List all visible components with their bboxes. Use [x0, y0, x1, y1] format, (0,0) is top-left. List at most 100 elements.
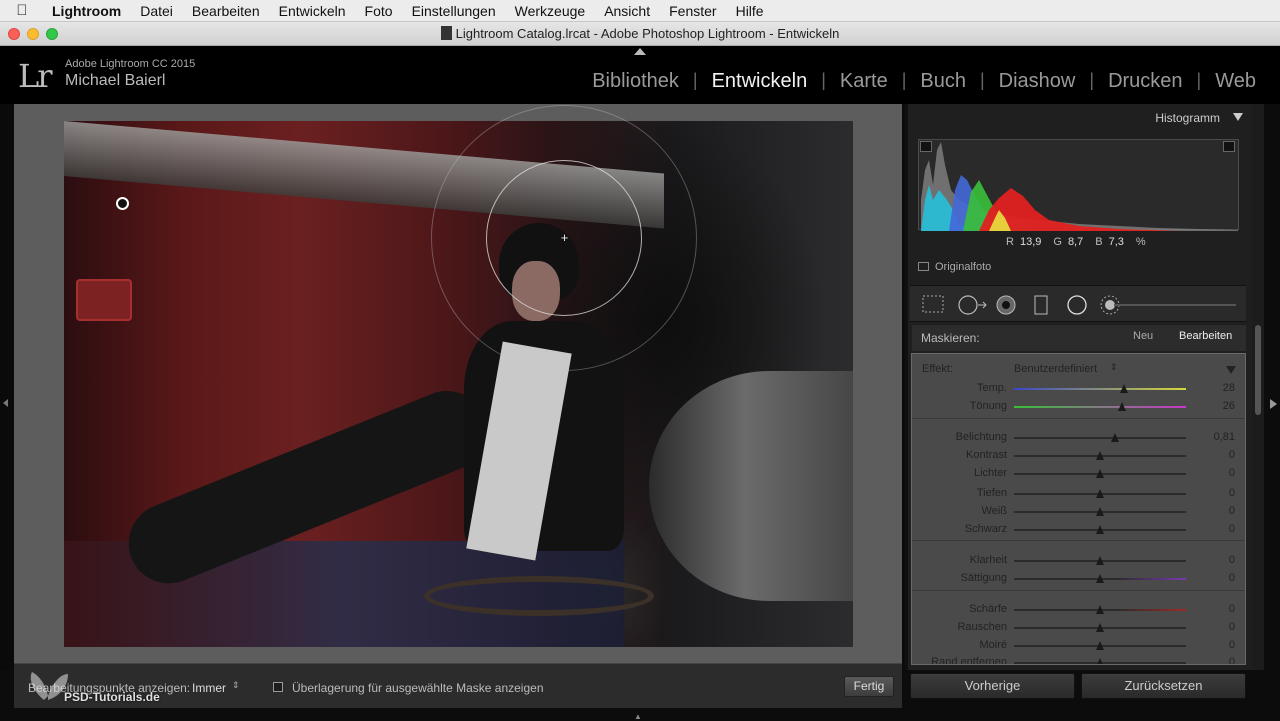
slider-thumb[interactable]	[1096, 623, 1104, 632]
slider-value[interactable]: 0	[1229, 621, 1235, 633]
slider-label[interactable]: Schwarz	[965, 523, 1007, 535]
slider-track-kontrast[interactable]	[1014, 451, 1186, 460]
slider-thumb[interactable]	[1118, 402, 1127, 411]
slider-label[interactable]: Kontrast	[966, 449, 1007, 461]
histogram-header[interactable]: Histogramm	[909, 108, 1246, 128]
slider-thumb[interactable]	[1096, 469, 1104, 478]
graduated-filter-icon[interactable]	[1034, 295, 1048, 315]
slider-value[interactable]: 0	[1229, 603, 1235, 615]
shadow-clipping-toggle[interactable]	[920, 141, 932, 152]
original-photo-label[interactable]: Originalfoto	[935, 261, 991, 273]
menu-bearbeiten[interactable]: Bearbeiten	[182, 3, 269, 19]
collapse-top-panel-arrow[interactable]	[634, 48, 646, 55]
menu-werkzeuge[interactable]: Werkzeuge	[505, 3, 595, 19]
menu-datei[interactable]: Datei	[131, 3, 183, 19]
show-edit-pins-select[interactable]: Immer	[192, 681, 226, 695]
left-panel-toggle-icon[interactable]	[3, 399, 8, 407]
slider-track-schärfe[interactable]	[1014, 605, 1186, 614]
slider-thumb[interactable]	[1096, 525, 1104, 534]
slider-label[interactable]: Schärfe	[969, 603, 1007, 615]
slider-label[interactable]: Moiré	[979, 639, 1007, 651]
apple-icon[interactable]: 	[0, 2, 44, 19]
slider-value[interactable]: 0	[1229, 505, 1235, 517]
slider-track-rand-entfernen[interactable]	[1014, 658, 1186, 664]
adjustment-brush-icon[interactable]	[1100, 295, 1240, 315]
original-photo-checkbox[interactable]	[918, 262, 929, 271]
mask-overlay-label[interactable]: Überlagerung für ausgewählte Maske anzei…	[292, 681, 544, 695]
slider-thumb[interactable]	[1120, 384, 1129, 393]
histogram-graph[interactable]	[918, 139, 1239, 231]
module-drucken[interactable]: Drucken	[1094, 70, 1196, 93]
slider-thumb[interactable]	[1096, 641, 1104, 650]
mask-new-button[interactable]: Neu	[1133, 330, 1153, 342]
slider-value[interactable]: 0	[1229, 572, 1235, 584]
scrollbar-thumb[interactable]	[1255, 325, 1261, 415]
slider-thumb[interactable]	[1096, 451, 1104, 460]
slider-label[interactable]: Tiefen	[977, 487, 1007, 499]
slider-thumb[interactable]	[1111, 433, 1120, 442]
slider-value[interactable]: 0	[1229, 523, 1235, 535]
spot-removal-icon[interactable]	[958, 295, 988, 315]
slider-track-sättigung[interactable]	[1014, 574, 1186, 583]
menu-ansicht[interactable]: Ansicht	[595, 3, 660, 19]
menu-entwickeln[interactable]: Entwickeln	[269, 3, 355, 19]
slider-label[interactable]: Rauschen	[957, 621, 1007, 633]
slider-track-schwarz[interactable]	[1014, 525, 1186, 534]
slider-value[interactable]: 0	[1229, 487, 1235, 499]
module-karte[interactable]: Karte	[826, 70, 902, 93]
collapse-triangle-icon[interactable]	[1226, 366, 1236, 374]
done-button[interactable]: Fertig	[844, 676, 894, 697]
slider-label[interactable]: Temp.	[977, 382, 1007, 394]
slider-value[interactable]: 0,81	[1214, 431, 1235, 443]
radial-filter-icon[interactable]	[1066, 295, 1088, 315]
slider-thumb[interactable]	[1096, 658, 1104, 664]
slider-track-weiß[interactable]	[1014, 507, 1186, 516]
select-arrows-icon[interactable]: ⇕	[232, 680, 240, 691]
slider-label[interactable]: Rand entfernen	[931, 656, 1007, 664]
slider-label[interactable]: Sättigung	[961, 572, 1007, 584]
slider-value[interactable]: 26	[1223, 400, 1235, 412]
right-panel-toggle-icon[interactable]	[1270, 399, 1277, 409]
slider-track-klarheit[interactable]	[1014, 556, 1186, 565]
module-bibliothek[interactable]: Bibliothek	[578, 70, 693, 93]
slider-track-rauschen[interactable]	[1014, 623, 1186, 632]
slider-thumb[interactable]	[1096, 556, 1104, 565]
module-web[interactable]: Web	[1201, 70, 1270, 93]
slider-track-lichter[interactable]	[1014, 469, 1186, 478]
slider-label[interactable]: Weiß	[982, 505, 1007, 517]
slider-label[interactable]: Klarheit	[970, 554, 1007, 566]
slider-track-temp[interactable]	[1014, 384, 1186, 393]
mask-overlay-checkbox[interactable]	[273, 682, 283, 692]
slider-thumb[interactable]	[1096, 507, 1104, 516]
slider-value[interactable]: 0	[1229, 449, 1235, 461]
module-diashow[interactable]: Diashow	[985, 70, 1090, 93]
menu-app-name[interactable]: Lightroom	[44, 3, 131, 19]
slider-value[interactable]: 0	[1229, 554, 1235, 566]
slider-track-moir[interactable]	[1014, 641, 1186, 650]
module-buch[interactable]: Buch	[906, 70, 980, 93]
slider-thumb[interactable]	[1096, 605, 1104, 614]
menu-foto[interactable]: Foto	[355, 3, 402, 19]
mask-edit-button[interactable]: Bearbeiten	[1179, 330, 1232, 342]
collapse-triangle-icon[interactable]	[1233, 113, 1243, 121]
red-eye-icon[interactable]	[996, 295, 1016, 315]
slider-track-belichtung[interactable]	[1014, 433, 1186, 442]
slider-label[interactable]: Lichter	[974, 467, 1007, 479]
previous-button[interactable]: Vorherige	[910, 673, 1075, 699]
slider-thumb[interactable]	[1096, 574, 1104, 583]
crop-overlay-icon[interactable]	[922, 295, 944, 313]
slider-label[interactable]: Tönung	[970, 400, 1007, 412]
slider-track-tiefen[interactable]	[1014, 489, 1186, 498]
slider-track-tönung[interactable]	[1014, 402, 1186, 411]
edit-pin-icon[interactable]	[116, 197, 129, 210]
slider-label[interactable]: Belichtung	[956, 431, 1007, 443]
reset-button[interactable]: Zurücksetzen	[1081, 673, 1246, 699]
highlight-clipping-toggle[interactable]	[1223, 141, 1235, 152]
menu-einstellungen[interactable]: Einstellungen	[402, 3, 505, 19]
radial-filter-center-icon[interactable]: +	[559, 231, 570, 244]
slider-thumb[interactable]	[1096, 489, 1104, 498]
menu-fenster[interactable]: Fenster	[660, 3, 726, 19]
slider-value[interactable]: 28	[1223, 382, 1235, 394]
effect-preset-select[interactable]: Benutzerdefiniert	[1014, 363, 1097, 375]
select-arrows-icon[interactable]: ⇕	[1110, 362, 1118, 373]
